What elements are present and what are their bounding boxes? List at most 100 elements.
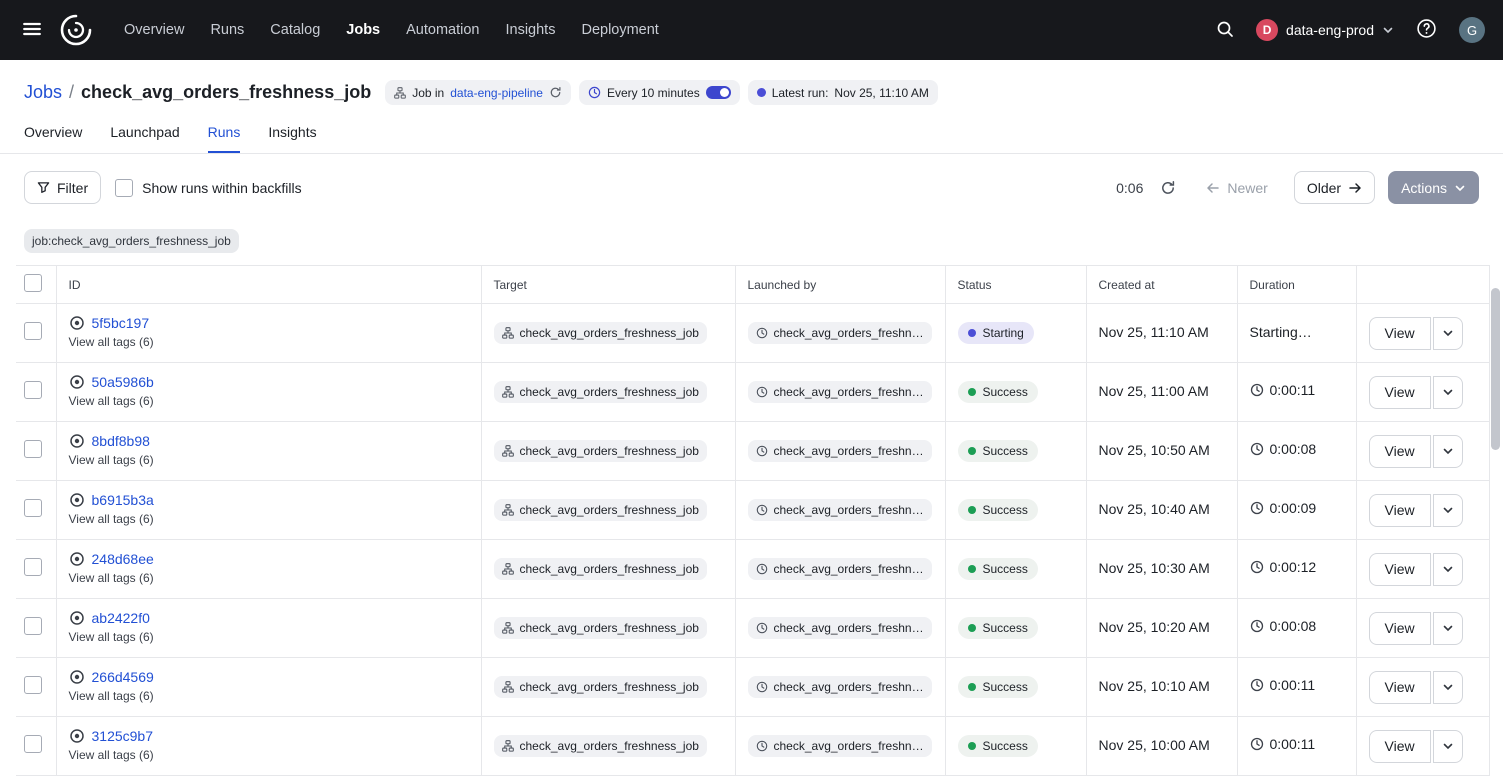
run-id-link[interactable]: 248d68ee xyxy=(92,551,154,567)
row-checkbox[interactable] xyxy=(24,558,42,576)
view-dropdown-button[interactable] xyxy=(1433,317,1463,350)
view-dropdown-button[interactable] xyxy=(1433,612,1463,645)
runs-table: ID Target Launched by Status Created at … xyxy=(16,265,1489,776)
view-all-tags-link[interactable]: View all tags (6) xyxy=(69,630,154,644)
nav-item-insights[interactable]: Insights xyxy=(505,22,555,38)
nav-item-overview[interactable]: Overview xyxy=(124,22,184,38)
launched-by-pill[interactable]: check_avg_orders_freshn… xyxy=(748,735,932,757)
tab-runs[interactable]: Runs xyxy=(208,124,241,153)
run-status-ring-icon xyxy=(69,315,85,331)
nav-item-catalog[interactable]: Catalog xyxy=(270,22,320,38)
view-button[interactable]: View xyxy=(1369,730,1431,763)
show-backfills-checkbox[interactable] xyxy=(115,179,133,197)
chevron-down-icon xyxy=(1442,327,1454,339)
tab-insights[interactable]: Insights xyxy=(268,124,316,153)
row-checkbox[interactable] xyxy=(24,617,42,635)
refresh-button[interactable] xyxy=(1156,176,1180,200)
run-id-link[interactable]: 50a5986b xyxy=(92,374,154,390)
row-checkbox[interactable] xyxy=(24,322,42,340)
filter-button-label: Filter xyxy=(57,180,88,196)
row-checkbox[interactable] xyxy=(24,381,42,399)
view-button[interactable]: View xyxy=(1369,612,1431,645)
view-button[interactable]: View xyxy=(1369,494,1431,527)
hamburger-menu-button[interactable] xyxy=(18,15,46,46)
view-dropdown-button[interactable] xyxy=(1433,494,1463,527)
nav-item-automation[interactable]: Automation xyxy=(406,22,479,38)
target-pill[interactable]: check_avg_orders_freshness_job xyxy=(494,499,707,521)
older-button[interactable]: Older xyxy=(1294,171,1375,204)
search-button[interactable] xyxy=(1212,16,1238,45)
view-all-tags-link[interactable]: View all tags (6) xyxy=(69,453,154,467)
view-all-tags-link[interactable]: View all tags (6) xyxy=(69,394,154,408)
target-pill[interactable]: check_avg_orders_freshness_job xyxy=(494,558,707,580)
newer-button[interactable]: Newer xyxy=(1193,171,1280,204)
row-checkbox[interactable] xyxy=(24,676,42,694)
duration-clock-icon xyxy=(1250,442,1264,456)
view-button[interactable]: View xyxy=(1369,671,1431,704)
actions-button[interactable]: Actions xyxy=(1388,171,1479,204)
tab-overview[interactable]: Overview xyxy=(24,124,82,153)
view-all-tags-link[interactable]: View all tags (6) xyxy=(69,571,154,585)
tab-launchpad[interactable]: Launchpad xyxy=(110,124,179,153)
view-dropdown-button[interactable] xyxy=(1433,435,1463,468)
run-status-ring-icon xyxy=(69,551,85,567)
nav-item-deployment[interactable]: Deployment xyxy=(581,22,658,38)
target-pill[interactable]: check_avg_orders_freshness_job xyxy=(494,322,707,344)
run-id-link[interactable]: b6915b3a xyxy=(92,492,154,508)
view-dropdown-button[interactable] xyxy=(1433,376,1463,409)
scrollbar-thumb[interactable] xyxy=(1491,288,1500,450)
help-button[interactable] xyxy=(1412,14,1441,46)
view-all-tags-link[interactable]: View all tags (6) xyxy=(69,748,154,762)
target-pill[interactable]: check_avg_orders_freshness_job xyxy=(494,676,707,698)
launched-by-pill[interactable]: check_avg_orders_freshn… xyxy=(748,381,932,403)
breadcrumb-jobs-link[interactable]: Jobs xyxy=(24,82,62,103)
code-location-link[interactable]: data-eng-pipeline xyxy=(450,86,543,100)
reload-location-icon[interactable] xyxy=(549,86,562,99)
schedule-clock-icon xyxy=(756,386,768,398)
job-filter-tag[interactable]: job:check_avg_orders_freshness_job xyxy=(24,229,239,253)
target-pill[interactable]: check_avg_orders_freshness_job xyxy=(494,381,707,403)
view-all-tags-link[interactable]: View all tags (6) xyxy=(69,512,154,526)
run-id-link[interactable]: 266d4569 xyxy=(92,669,154,685)
duration-value: 0:00:09 xyxy=(1270,500,1317,516)
nav-item-runs[interactable]: Runs xyxy=(210,22,244,38)
launched-by-pill[interactable]: check_avg_orders_freshn… xyxy=(748,499,932,521)
deployment-badge: D xyxy=(1256,19,1278,41)
run-id-link[interactable]: 8bdf8b98 xyxy=(92,433,150,449)
launched-by-pill[interactable]: check_avg_orders_freshn… xyxy=(748,322,932,344)
view-dropdown-button[interactable] xyxy=(1433,730,1463,763)
latest-run-time[interactable]: Nov 25, 11:10 AM xyxy=(834,86,929,100)
target-pill[interactable]: check_avg_orders_freshness_job xyxy=(494,440,707,462)
view-dropdown-button[interactable] xyxy=(1433,553,1463,586)
view-button[interactable]: View xyxy=(1369,435,1431,468)
target-pill[interactable]: check_avg_orders_freshness_job xyxy=(494,735,707,757)
status-dot xyxy=(968,624,976,632)
view-all-tags-link[interactable]: View all tags (6) xyxy=(69,335,154,349)
row-checkbox[interactable] xyxy=(24,440,42,458)
target-pill[interactable]: check_avg_orders_freshness_job xyxy=(494,617,707,639)
view-dropdown-button[interactable] xyxy=(1433,671,1463,704)
schedule-toggle[interactable] xyxy=(706,86,731,99)
run-id-link[interactable]: 3125c9b7 xyxy=(92,728,154,744)
user-avatar[interactable]: G xyxy=(1459,17,1485,43)
duration-clock-icon xyxy=(1250,678,1264,692)
schedule-clock-icon xyxy=(588,86,601,99)
launched-by-pill[interactable]: check_avg_orders_freshn… xyxy=(748,558,932,580)
view-all-tags-link[interactable]: View all tags (6) xyxy=(69,689,154,703)
view-button[interactable]: View xyxy=(1369,317,1431,350)
view-button[interactable]: View xyxy=(1369,553,1431,586)
vertical-scrollbar[interactable] xyxy=(1491,268,1500,762)
status-badge: Success xyxy=(958,499,1038,521)
launched-by-pill[interactable]: check_avg_orders_freshn… xyxy=(748,617,932,639)
launched-by-pill[interactable]: check_avg_orders_freshn… xyxy=(748,676,932,698)
launched-by-pill[interactable]: check_avg_orders_freshn… xyxy=(748,440,932,462)
view-button[interactable]: View xyxy=(1369,376,1431,409)
deployment-switcher[interactable]: D data-eng-prod xyxy=(1256,19,1394,41)
row-checkbox[interactable] xyxy=(24,735,42,753)
filter-button[interactable]: Filter xyxy=(24,171,101,204)
run-id-link[interactable]: ab2422f0 xyxy=(92,610,150,626)
run-id-link[interactable]: 5f5bc197 xyxy=(92,315,150,331)
nav-item-jobs[interactable]: Jobs xyxy=(346,22,380,38)
select-all-checkbox[interactable] xyxy=(24,274,42,292)
row-checkbox[interactable] xyxy=(24,499,42,517)
